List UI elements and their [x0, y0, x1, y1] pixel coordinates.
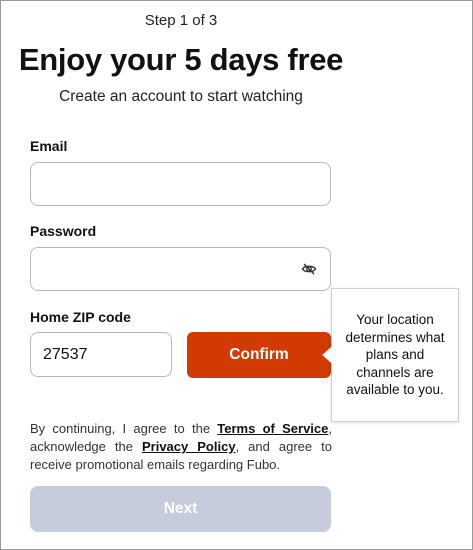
password-field[interactable] [30, 247, 331, 291]
confirm-button[interactable]: Confirm [187, 332, 331, 378]
page-title: Enjoy your 5 days free [18, 42, 344, 77]
step-indicator: Step 1 of 3 [144, 12, 218, 29]
privacy-policy-link[interactable]: Privacy Policy [142, 439, 236, 454]
email-label: Email [30, 138, 68, 154]
legal-prefix: By continuing, I agree to the [30, 421, 218, 436]
zip-code-field[interactable]: 27537 [30, 332, 172, 377]
password-label: Password [30, 223, 97, 239]
eye-slash-icon[interactable] [299, 259, 319, 279]
tooltip-pointer [323, 347, 332, 363]
terms-of-service-link[interactable]: Terms of Service [217, 421, 328, 436]
location-tooltip: Your location determines what plans and … [331, 288, 459, 422]
legal-notice: By continuing, I agree to the Terms of S… [30, 420, 332, 475]
zip-label: Home ZIP code [30, 309, 131, 325]
tooltip-text: Your location determines what plans and … [345, 312, 445, 398]
page-subtitle: Create an account to start watching [59, 88, 303, 105]
email-field[interactable] [30, 162, 331, 206]
next-button[interactable]: Next [30, 486, 331, 532]
